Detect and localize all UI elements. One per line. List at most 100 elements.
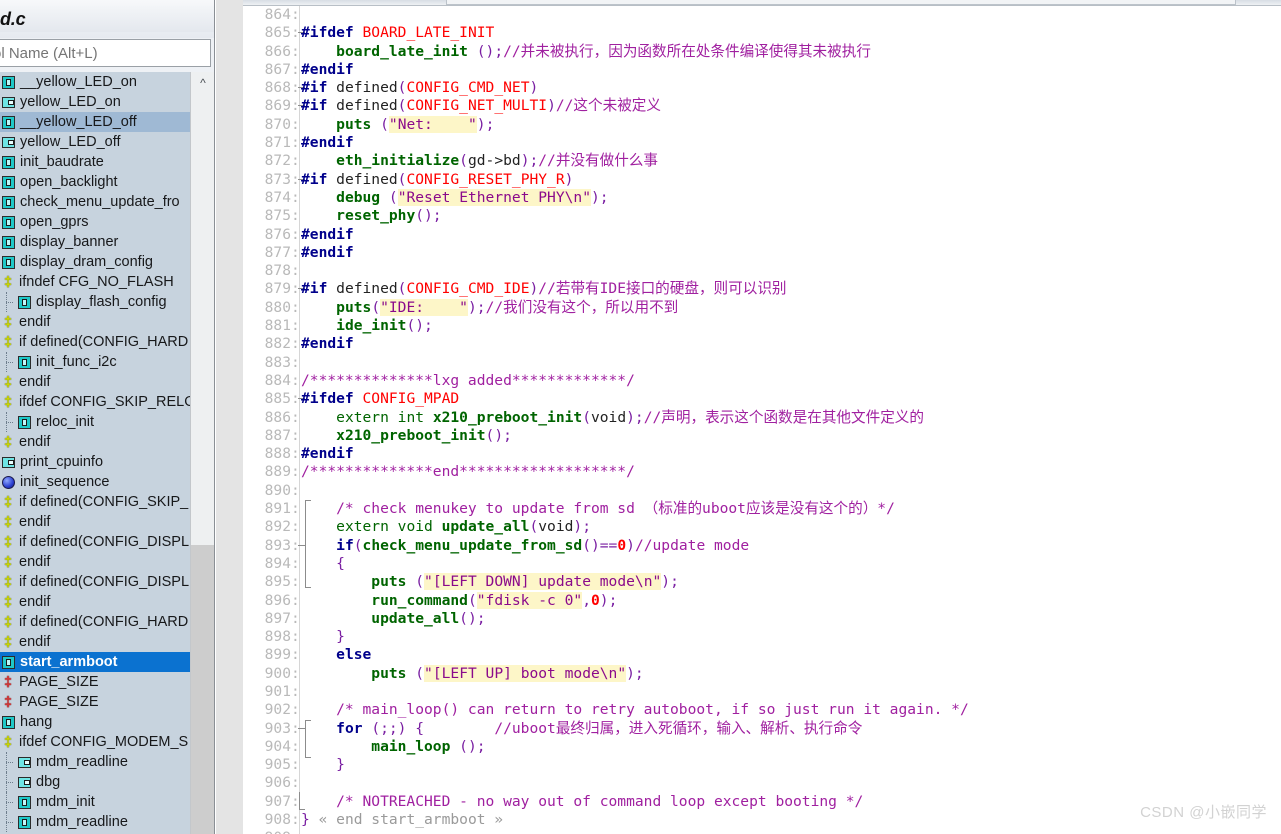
code-line[interactable]: 883: xyxy=(243,354,1281,372)
symbol-list-item[interactable]: mdm_readline xyxy=(0,812,190,832)
code-line[interactable]: 874: debug ("Reset Ethernet PHY\n"); xyxy=(243,188,1281,207)
code-line[interactable]: 893: if(check_menu_update_from_sd()==0)/… xyxy=(243,537,1281,555)
symbol-list-item[interactable]: ‡ if defined(CONFIG_SKIP_ xyxy=(0,492,190,512)
code-line[interactable]: 890: xyxy=(243,482,1281,500)
symbol-list-item[interactable]: display_dram_config xyxy=(0,252,190,272)
bracket-guide-if-bottom xyxy=(305,587,311,588)
symbol-list-item[interactable]: ‡ if defined(CONFIG_DISPL xyxy=(0,572,190,592)
code-line[interactable]: 864: xyxy=(243,6,1281,24)
symbol-list-item[interactable]: ‡ ifdef CONFIG_MODEM_S xyxy=(0,732,190,752)
symbol-list-item[interactable]: dbg xyxy=(0,772,190,792)
symbol-list-item[interactable]: __yellow_LED_off xyxy=(0,112,190,132)
symbol-list-item[interactable]: reloc_init xyxy=(0,412,190,432)
code-line[interactable]: 904: main_loop (); xyxy=(243,738,1281,756)
symbol-list-item[interactable]: display_flash_config xyxy=(0,292,190,312)
symbol-list[interactable]: __yellow_LED_on yellow_LED_on __yellow_LED… xyxy=(0,72,190,834)
code-line[interactable]: 891: /* check menukey to update from sd … xyxy=(243,500,1281,518)
symbol-list-item[interactable]: __yellow_LED_on xyxy=(0,72,190,92)
symbol-list-item[interactable]: ‡ ifdef CONFIG_SKIP_RELO xyxy=(0,392,190,412)
code-line[interactable]: 866: board_late_init ();//并未被执行，因为函数所在处条… xyxy=(243,43,1281,61)
symbol-list-item[interactable]: hang xyxy=(0,712,190,732)
symbol-list-item[interactable]: ‡ if defined(CONFIG_DISPL xyxy=(0,532,190,552)
symbol-list-item[interactable]: start_armboot xyxy=(0,652,190,672)
code-line[interactable]: 888: #endif xyxy=(243,445,1281,463)
chevron-up-icon[interactable]: ^ xyxy=(191,72,214,94)
symbol-list-item[interactable]: print_cpuinfo xyxy=(0,452,190,472)
code-line[interactable]: 886: extern int x210_preboot_init(void);… xyxy=(243,409,1281,427)
code-line[interactable]: 889:/**************end******************… xyxy=(243,463,1281,481)
symbol-list-item[interactable]: ‡ PAGE_SIZE xyxy=(0,692,190,712)
symbol-list-item[interactable]: display_banner xyxy=(0,232,190,252)
code-line[interactable]: 885: #ifdef CONFIG_MPAD xyxy=(243,390,1281,408)
code-line[interactable]: 873: #if defined(CONFIG_RESET_PHY_R) xyxy=(243,171,1281,189)
code-line[interactable]: 868: #if defined(CONFIG_CMD_NET) xyxy=(243,79,1281,97)
code-line[interactable]: 898: } xyxy=(243,628,1281,646)
code-line[interactable]: 903: for (;;) { //uboot最终归属，进入死循环，输入、解析、… xyxy=(243,720,1281,738)
symbol-list-item[interactable]: open_backlight xyxy=(0,172,190,192)
code-line[interactable]: 871: #endif xyxy=(243,134,1281,152)
code-line[interactable]: 906: xyxy=(243,774,1281,792)
scrollbar-thumb[interactable] xyxy=(191,545,214,834)
code-line[interactable]: 892: extern void update_all(void); xyxy=(243,518,1281,536)
line-number: 884 xyxy=(264,371,291,389)
line-number-colon: : xyxy=(291,756,300,774)
function-icon xyxy=(18,795,31,809)
symbol-list-item[interactable]: mdm_readline xyxy=(0,752,190,772)
code-line[interactable]: 905: } xyxy=(243,756,1281,774)
symbol-list-item[interactable]: init_sequence xyxy=(0,472,190,492)
symbol-list-item[interactable]: ‡ endif xyxy=(0,432,190,452)
code-line[interactable]: 897: update_all(); xyxy=(243,610,1281,628)
code-line[interactable]: 908:} « end start_armboot » xyxy=(243,811,1281,829)
line-number: 868 xyxy=(264,79,291,97)
code-line[interactable]: 877: #endif xyxy=(243,244,1281,262)
code-editor[interactable]: 864:865: #ifdef BOARD_LATE_INIT 866: board… xyxy=(243,6,1281,834)
symbol-list-item[interactable]: ‡ if defined(CONFIG_HARD xyxy=(0,332,190,352)
symbol-list-item[interactable]: ‡ endif xyxy=(0,512,190,532)
code-line[interactable]: 872: eth_initialize(gd->bd);//并没有做什么事 xyxy=(243,152,1281,170)
symbol-list-item[interactable]: ‡ endif xyxy=(0,552,190,572)
code-line[interactable]: 867: #endif xyxy=(243,61,1281,79)
symbol-list-item[interactable]: yellow_LED_off xyxy=(0,132,190,152)
symbol-list-item[interactable]: init_func_i2c xyxy=(0,352,190,372)
symbol-list-item[interactable]: ‡ endif xyxy=(0,632,190,652)
symbol-list-item[interactable]: init_baudrate xyxy=(0,152,190,172)
symbol-search-box[interactable] xyxy=(0,39,211,67)
code-line[interactable]: 902: /* main_loop() can return to retry … xyxy=(243,701,1281,719)
symbol-search-input[interactable] xyxy=(0,40,210,66)
code-text: #if defined(CONFIG_RESET_PHY_R) xyxy=(301,170,574,188)
symbol-list-item[interactable]: open_gprs xyxy=(0,212,190,232)
code-line[interactable]: 901: xyxy=(243,683,1281,701)
symbol-list-item[interactable]: ‡ if defined(CONFIG_HARD xyxy=(0,612,190,632)
symbol-list-item[interactable]: ‡ PAGE_SIZE xyxy=(0,672,190,692)
code-line[interactable]: 875: reset_phy(); xyxy=(243,207,1281,225)
code-line[interactable]: 895: puts ("[LEFT DOWN] update mode\n"); xyxy=(243,573,1281,591)
code-line[interactable]: 884:/**************lxg added************… xyxy=(243,372,1281,390)
code-line[interactable]: 887: x210_preboot_init(); xyxy=(243,427,1281,445)
symbol-list-scrollbar[interactable]: ^ xyxy=(190,72,214,834)
code-lines[interactable]: 864:865: #ifdef BOARD_LATE_INIT 866: board… xyxy=(243,6,1281,834)
code-line[interactable]: 876: #endif xyxy=(243,226,1281,244)
code-line[interactable]: 899: else xyxy=(243,646,1281,664)
code-line[interactable]: 894: { xyxy=(243,555,1281,573)
code-line[interactable]: 896: run_command("fdisk -c 0",0); xyxy=(243,591,1281,610)
code-line[interactable]: 909: xyxy=(243,829,1281,834)
symbol-list-item[interactable]: ‡ endif xyxy=(0,592,190,612)
code-line[interactable]: 865: #ifdef BOARD_LATE_INIT xyxy=(243,24,1281,42)
code-text: #if defined(CONFIG_NET_MULTI)//这个未被定义 xyxy=(301,97,661,115)
code-line[interactable]: 880: puts("IDE: ");//我们没有这个，所以用不到 xyxy=(243,298,1281,317)
symbol-list-item[interactable]: ‡ ifndef CFG_NO_FLASH xyxy=(0,272,190,292)
symbol-list-item[interactable]: yellow_LED_on xyxy=(0,92,190,112)
code-line[interactable]: 907: /* NOTREACHED - no way out of comma… xyxy=(243,793,1281,811)
code-line[interactable]: 900: puts ("[LEFT UP] boot mode\n"); xyxy=(243,664,1281,683)
code-line[interactable]: 869: #if defined(CONFIG_NET_MULTI)//这个未被定… xyxy=(243,97,1281,115)
code-text: /* NOTREACHED - no way out of command lo… xyxy=(301,792,864,810)
symbol-list-item[interactable]: ‡ endif xyxy=(0,312,190,332)
symbol-list-item[interactable]: ‡ endif xyxy=(0,372,190,392)
code-line[interactable]: 882: #endif xyxy=(243,335,1281,353)
symbol-list-item[interactable]: check_menu_update_fro xyxy=(0,192,190,212)
code-line[interactable]: 870: puts ("Net: "); xyxy=(243,115,1281,134)
symbol-list-item[interactable]: mdm_init xyxy=(0,792,190,812)
code-line[interactable]: 878: xyxy=(243,262,1281,280)
code-line[interactable]: 881: ide_init(); xyxy=(243,317,1281,335)
code-line[interactable]: 879: #if defined(CONFIG_CMD_IDE)//若带有IDE接… xyxy=(243,280,1281,298)
